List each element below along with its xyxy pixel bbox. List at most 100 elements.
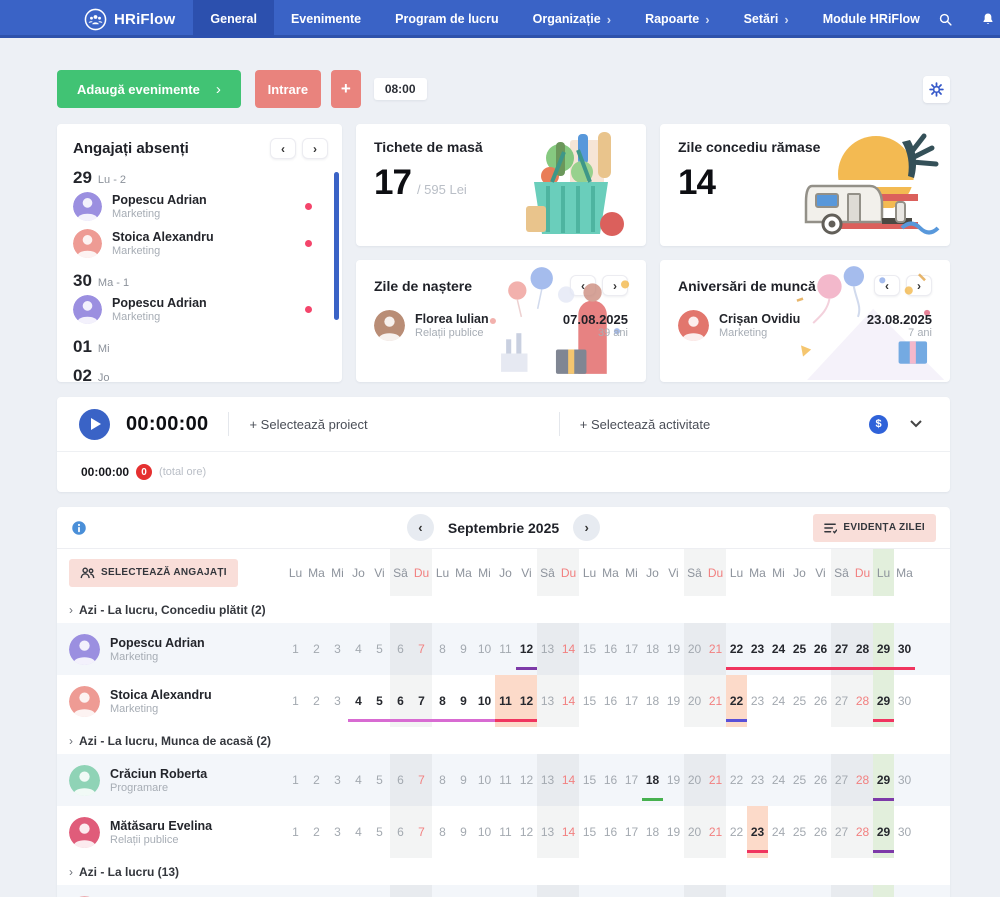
day-cell[interactable]: 3: [327, 754, 348, 806]
day-cell[interactable]: 19: [663, 754, 684, 806]
day-cell[interactable]: 17: [621, 806, 642, 858]
day-cell[interactable]: 19: [663, 623, 684, 675]
day-cell[interactable]: 15: [579, 754, 600, 806]
day-cell[interactable]: 14: [558, 806, 579, 858]
day-cell[interactable]: 28: [852, 885, 873, 897]
day-cell[interactable]: 11: [495, 885, 516, 897]
day-cell[interactable]: 24: [768, 754, 789, 806]
day-cell[interactable]: 10: [474, 675, 495, 727]
day-cell[interactable]: 14: [558, 623, 579, 675]
day-cell[interactable]: 16: [600, 754, 621, 806]
day-cell[interactable]: 25: [789, 754, 810, 806]
day-cell[interactable]: 6: [390, 754, 411, 806]
day-cell[interactable]: 4: [348, 754, 369, 806]
schedule-group-header[interactable]: ›Azi - La lucru, Concediu plătit (2): [57, 596, 950, 623]
prev-button[interactable]: ‹: [270, 138, 296, 159]
day-cell[interactable]: 30: [894, 885, 915, 897]
day-cell[interactable]: 25: [789, 806, 810, 858]
day-cell[interactable]: 13: [537, 806, 558, 858]
day-cell[interactable]: 22: [726, 754, 747, 806]
birthday-person-name[interactable]: Florea Iulian: [415, 312, 489, 327]
day-cell[interactable]: 21: [705, 806, 726, 858]
day-cell[interactable]: 1: [285, 885, 306, 897]
day-cell[interactable]: 8: [432, 675, 453, 727]
day-record-button[interactable]: EVIDENȚA ZILEI: [813, 514, 936, 542]
day-cell[interactable]: 26: [810, 885, 831, 897]
day-cell[interactable]: 10: [474, 623, 495, 675]
day-cell[interactable]: 19: [663, 806, 684, 858]
day-cell[interactable]: 7: [411, 885, 432, 897]
day-cell[interactable]: 9: [453, 806, 474, 858]
day-cell[interactable]: 20: [684, 885, 705, 897]
nav-item-general[interactable]: General: [193, 0, 274, 38]
nav-item-set-ri[interactable]: Setări›: [727, 0, 806, 38]
day-cell[interactable]: 24: [768, 675, 789, 727]
time-chip[interactable]: 08:00: [374, 78, 427, 100]
day-cell[interactable]: 6: [390, 806, 411, 858]
employee-info[interactable]: Stoica AlexandruMarketing: [57, 675, 285, 727]
day-cell[interactable]: 29: [873, 623, 894, 675]
day-cell[interactable]: 5: [369, 806, 390, 858]
day-cell[interactable]: 30: [894, 623, 915, 675]
day-cell[interactable]: 21: [705, 623, 726, 675]
day-cell[interactable]: 4: [348, 885, 369, 897]
day-cell[interactable]: 23: [747, 754, 768, 806]
day-cell[interactable]: 17: [621, 623, 642, 675]
day-cell[interactable]: 17: [621, 754, 642, 806]
day-cell[interactable]: 4: [348, 623, 369, 675]
day-cell[interactable]: 22: [726, 885, 747, 897]
day-cell[interactable]: 13: [537, 675, 558, 727]
clock-in-button[interactable]: Intrare: [255, 70, 321, 108]
day-cell[interactable]: 16: [600, 806, 621, 858]
day-cell[interactable]: 27: [831, 675, 852, 727]
day-cell[interactable]: 20: [684, 675, 705, 727]
anniversary-person-name[interactable]: Crișan Ovidiu: [719, 312, 800, 327]
day-cell[interactable]: 1: [285, 806, 306, 858]
day-cell[interactable]: 23: [747, 885, 768, 897]
day-cell[interactable]: 14: [558, 675, 579, 727]
day-cell[interactable]: 8: [432, 623, 453, 675]
search-icon[interactable]: [937, 11, 954, 28]
employee-info[interactable]: Bratosin Lili: [57, 885, 285, 897]
day-cell[interactable]: 18: [642, 885, 663, 897]
day-cell[interactable]: 18: [642, 675, 663, 727]
day-cell[interactable]: 3: [327, 885, 348, 897]
nav-item-evenimente[interactable]: Evenimente: [274, 0, 378, 38]
day-cell[interactable]: 17: [621, 675, 642, 727]
day-cell[interactable]: 18: [642, 806, 663, 858]
day-cell[interactable]: 15: [579, 623, 600, 675]
day-cell[interactable]: 21: [705, 675, 726, 727]
day-cell[interactable]: 26: [810, 675, 831, 727]
day-cell[interactable]: 7: [411, 806, 432, 858]
info-icon[interactable]: [71, 520, 87, 536]
day-cell[interactable]: 24: [768, 806, 789, 858]
day-cell[interactable]: 25: [789, 885, 810, 897]
nav-item-program-de-lucru[interactable]: Program de lucru: [378, 0, 516, 38]
day-cell[interactable]: 28: [852, 623, 873, 675]
day-cell[interactable]: 1: [285, 754, 306, 806]
day-cell[interactable]: 16: [600, 623, 621, 675]
day-cell[interactable]: 18: [642, 623, 663, 675]
day-cell[interactable]: 11: [495, 623, 516, 675]
day-cell[interactable]: 15: [579, 885, 600, 897]
day-cell[interactable]: 14: [558, 885, 579, 897]
day-cell[interactable]: 27: [831, 623, 852, 675]
day-cell[interactable]: 11: [495, 675, 516, 727]
day-cell[interactable]: 26: [810, 806, 831, 858]
day-cell[interactable]: 2: [306, 754, 327, 806]
day-cell[interactable]: 28: [852, 806, 873, 858]
day-cell[interactable]: 14: [558, 754, 579, 806]
day-cell[interactable]: 11: [495, 754, 516, 806]
day-cell[interactable]: 30: [894, 754, 915, 806]
day-cell[interactable]: 23: [747, 675, 768, 727]
day-cell[interactable]: 15: [579, 675, 600, 727]
absent-employee-item[interactable]: Popescu AdrianMarketing: [73, 291, 328, 328]
day-cell[interactable]: 23: [747, 806, 768, 858]
day-cell[interactable]: 12: [516, 623, 537, 675]
day-cell[interactable]: 8: [432, 754, 453, 806]
day-cell[interactable]: 22: [726, 806, 747, 858]
scrollbar[interactable]: [334, 172, 339, 320]
next-button[interactable]: ›: [302, 138, 328, 159]
day-cell[interactable]: 22: [726, 623, 747, 675]
day-cell[interactable]: 9: [453, 754, 474, 806]
